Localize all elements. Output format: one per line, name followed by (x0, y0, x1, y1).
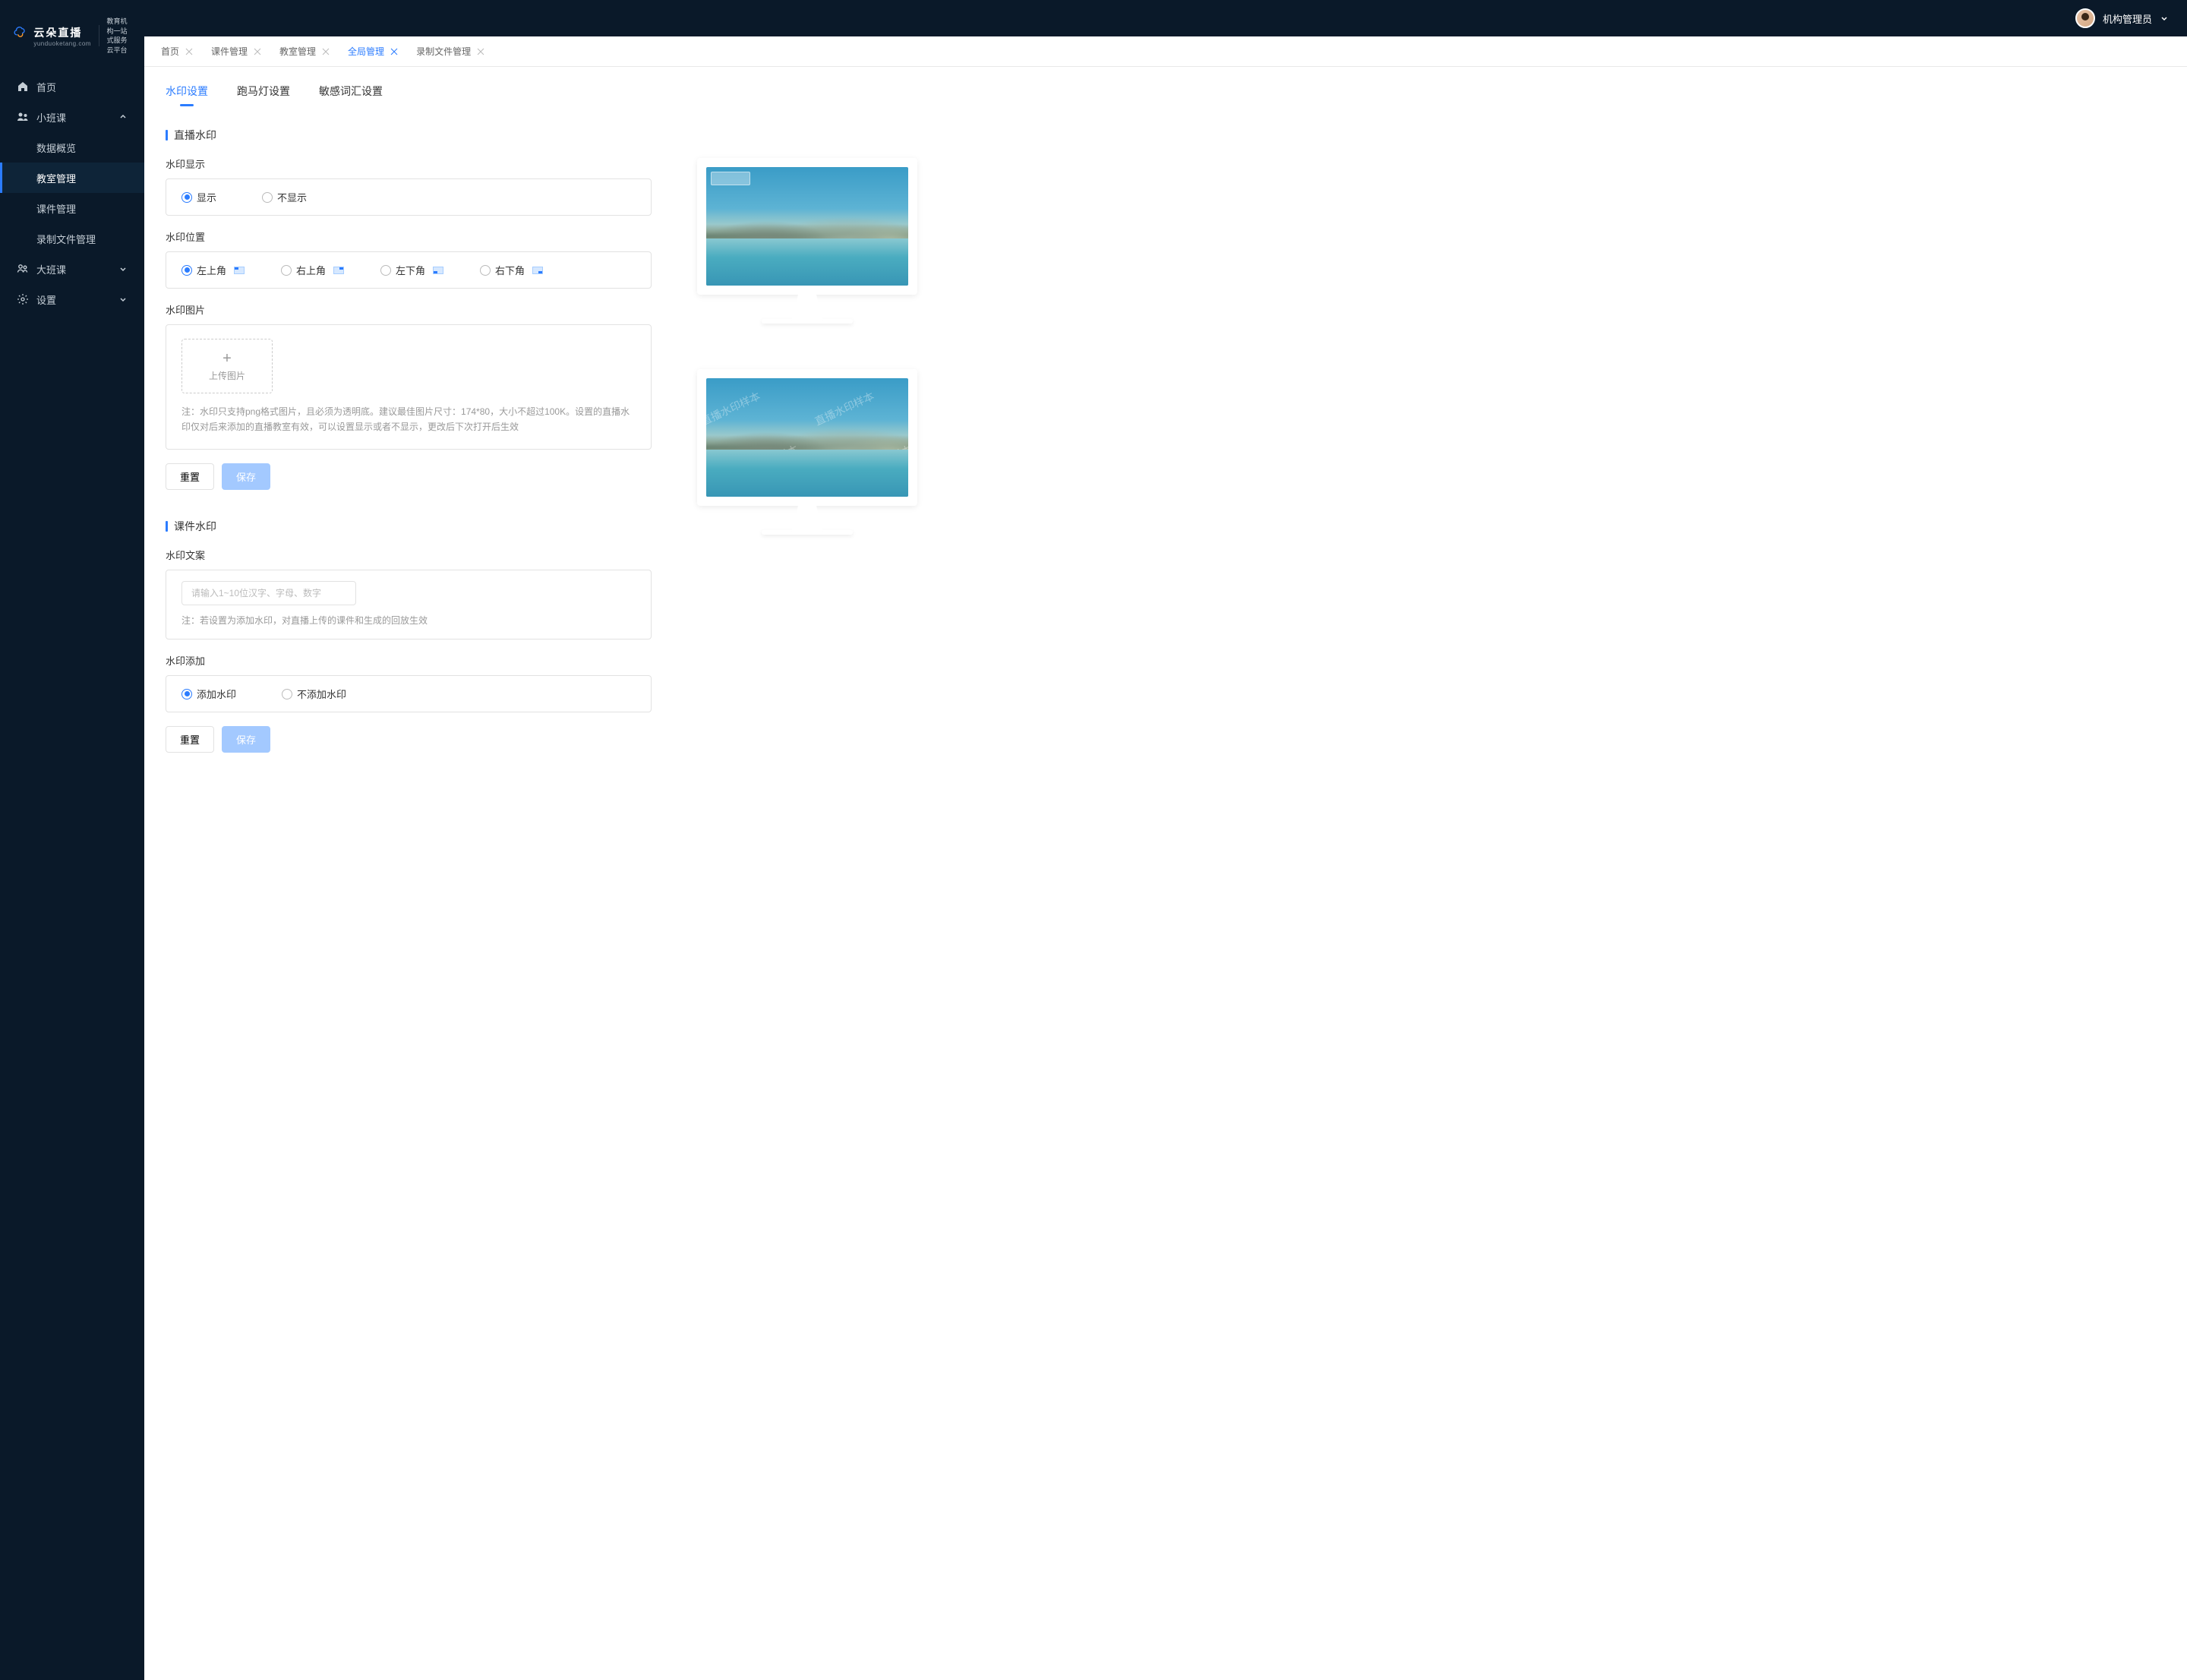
close-icon[interactable] (477, 48, 484, 55)
watermark-badge-preview (711, 172, 750, 185)
save-button-1[interactable]: 保存 (222, 463, 270, 490)
close-icon[interactable] (322, 48, 330, 55)
radio-add-no[interactable]: 不添加水印 (282, 687, 346, 701)
label-position: 水印位置 (166, 229, 652, 244)
add-options: 添加水印 不添加水印 (166, 675, 652, 712)
label-text: 水印文案 (166, 548, 652, 562)
inner-tab-marquee[interactable]: 跑马灯设置 (237, 84, 290, 106)
radio-add-yes[interactable]: 添加水印 (181, 687, 236, 701)
nav-sub-recording[interactable]: 录制文件管理 (0, 223, 144, 254)
position-options: 左上角 右上角 左下角 右下角 (166, 251, 652, 289)
close-icon[interactable] (185, 48, 193, 55)
users-icon (17, 111, 29, 123)
inner-tabs: 水印设置 跑马灯设置 敏感词汇设置 (166, 84, 2166, 106)
radio-bottom-left[interactable]: 左下角 (380, 263, 443, 277)
tab-recording[interactable]: 录制文件管理 (413, 45, 488, 58)
save-button-2[interactable]: 保存 (222, 726, 270, 753)
nav-small-class[interactable]: 小班课 (0, 102, 144, 132)
text-note: 注：若设置为添加水印，对直播上传的课件和生成的回放生效 (181, 613, 636, 628)
chevron-down-icon (118, 295, 128, 304)
users2-icon (17, 263, 29, 275)
nav-home[interactable]: 首页 (0, 71, 144, 102)
preview-monitor-2: 直播水印样本直播水印样本直播水印样本直播水印样本 (697, 369, 917, 535)
label-display: 水印显示 (166, 156, 652, 171)
gear-icon (17, 293, 29, 305)
chevron-down-icon (118, 264, 128, 273)
nav-settings[interactable]: 设置 (0, 284, 144, 314)
reset-button-2[interactable]: 重置 (166, 726, 214, 753)
inner-tab-sensitive[interactable]: 敏感词汇设置 (319, 84, 383, 106)
tab-classroom[interactable]: 教室管理 (276, 45, 333, 58)
logo-subtitle: yunduoketang.com (33, 40, 91, 47)
upload-container: + 上传图片 注：水印只支持png格式图片，且必须为透明底。建议最佳图片尺寸：1… (166, 324, 652, 450)
nav-sub-classroom[interactable]: 教室管理 (0, 163, 144, 193)
cloud-logo-icon (14, 25, 26, 46)
nav-sub-overview[interactable]: 数据概览 (0, 132, 144, 163)
reset-button-1[interactable]: 重置 (166, 463, 214, 490)
topbar: 机构管理员 (144, 0, 2187, 36)
nav-big-class[interactable]: 大班课 (0, 254, 144, 284)
close-icon[interactable] (390, 48, 398, 55)
home-icon (17, 81, 29, 93)
chevron-down-icon[interactable] (2160, 14, 2169, 23)
logo: 云朵直播 yunduoketang.com 教育机构一站 式服务云平台 (0, 0, 144, 71)
radio-top-left[interactable]: 左上角 (181, 263, 245, 277)
upload-note: 注：水印只支持png格式图片，且必须为透明底。建议最佳图片尺寸：174*80，大… (181, 404, 636, 435)
label-add: 水印添加 (166, 653, 652, 668)
inner-tab-watermark[interactable]: 水印设置 (166, 84, 208, 106)
section-title-courseware: 课件水印 (166, 519, 652, 534)
watermark-text-input[interactable] (181, 581, 356, 605)
user-name[interactable]: 机构管理员 (2103, 11, 2152, 26)
content: 水印设置 跑马灯设置 敏感词汇设置 直播水印 水印显示 显示 不显示 水印位置 … (144, 67, 2187, 1680)
radio-hide[interactable]: 不显示 (262, 190, 307, 204)
radio-show[interactable]: 显示 (181, 190, 216, 204)
plus-icon: + (222, 351, 232, 366)
section-title-live: 直播水印 (166, 128, 652, 143)
display-options: 显示 不显示 (166, 178, 652, 216)
sidebar: 云朵直播 yunduoketang.com 教育机构一站 式服务云平台 首页 小… (0, 0, 144, 1680)
tab-courseware[interactable]: 课件管理 (208, 45, 264, 58)
label-image: 水印图片 (166, 302, 652, 317)
text-input-container: 注：若设置为添加水印，对直播上传的课件和生成的回放生效 (166, 570, 652, 639)
logo-title: 云朵直播 (33, 25, 91, 40)
tabs-bar: 首页 课件管理 教室管理 全局管理 录制文件管理 (144, 36, 2187, 67)
nav: 首页 小班课 数据概览 教室管理 课件管理 录制文件管理 大班课 设置 (0, 71, 144, 1680)
avatar[interactable] (2075, 8, 2095, 28)
logo-slogan: 教育机构一站 式服务云平台 (107, 17, 131, 55)
upload-button[interactable]: + 上传图片 (181, 339, 273, 393)
nav-sub-courseware[interactable]: 课件管理 (0, 193, 144, 223)
tab-global[interactable]: 全局管理 (345, 45, 401, 58)
radio-top-right[interactable]: 右上角 (281, 263, 344, 277)
close-icon[interactable] (254, 48, 261, 55)
radio-bottom-right[interactable]: 右下角 (480, 263, 543, 277)
tab-home[interactable]: 首页 (158, 45, 196, 58)
chevron-up-icon (118, 112, 128, 122)
preview-monitor-1 (697, 158, 917, 324)
